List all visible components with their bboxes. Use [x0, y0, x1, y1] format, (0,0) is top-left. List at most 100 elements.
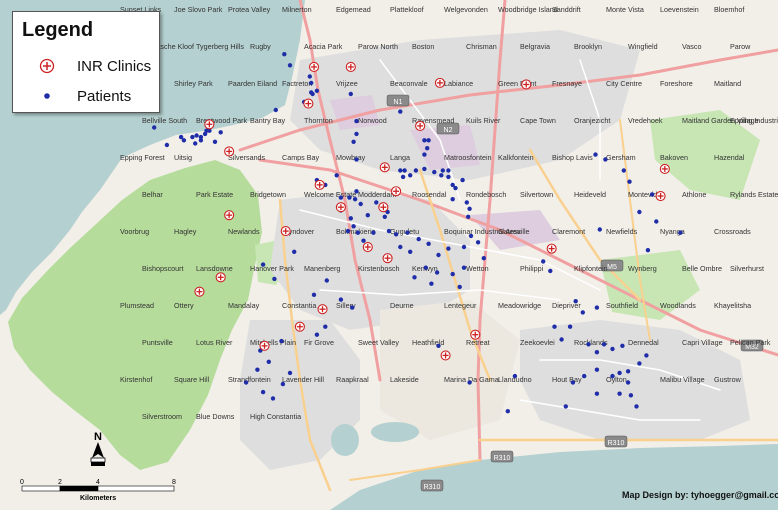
patient-point	[408, 249, 413, 254]
patient-point	[354, 131, 359, 137]
patient-point	[348, 91, 353, 97]
patient-point	[361, 238, 366, 243]
place-label: Raapkraal	[336, 375, 369, 384]
lake-area	[371, 422, 419, 442]
clinic-marker	[659, 163, 670, 174]
patient-point	[563, 404, 568, 409]
place-label: Kuils River	[466, 116, 501, 125]
patient-point	[243, 380, 249, 385]
road-shield: N1	[386, 94, 410, 107]
place-label: Tygerberg Hills	[196, 42, 244, 51]
patient-point	[255, 367, 260, 372]
place-label: Factreton	[282, 79, 312, 88]
patient-point	[338, 297, 344, 302]
place-label: Sanddrift	[552, 5, 581, 14]
lake-area	[331, 424, 359, 456]
place-label: Vredehoek	[628, 116, 663, 125]
patient-point	[481, 256, 486, 261]
patient-point	[310, 91, 315, 97]
north-label: N	[94, 431, 102, 443]
patient-point	[467, 206, 472, 211]
patient-point	[467, 380, 472, 385]
patient-point	[422, 166, 427, 172]
patient-point	[625, 380, 631, 385]
clinic-marker	[215, 272, 226, 283]
blue-dot-icon	[37, 86, 57, 106]
clinic-marker	[259, 340, 270, 351]
place-label: Belle Ombre	[682, 264, 722, 273]
place-label: Chrisman	[466, 42, 497, 51]
patient-point	[450, 271, 455, 277]
patient-point	[464, 200, 469, 205]
place-label: Gersham	[606, 153, 636, 162]
patient-point	[461, 244, 467, 250]
patient-point	[450, 197, 455, 202]
place-label: Parow	[730, 42, 751, 51]
place-label: Khayelitsha	[714, 301, 751, 310]
patient-point	[334, 173, 339, 178]
patient-point	[279, 338, 284, 344]
patient-point	[440, 168, 445, 173]
clinic-marker	[335, 202, 346, 213]
patient-point	[628, 393, 634, 398]
clinic-marker	[382, 253, 393, 264]
patient-point	[371, 230, 376, 235]
patient-point	[512, 373, 518, 379]
patient-point	[625, 369, 631, 374]
clinic-marker	[378, 202, 389, 213]
patient-point	[645, 248, 651, 253]
place-label: Vasco	[682, 42, 701, 51]
place-label: Silversands	[228, 153, 266, 162]
place-label: Belgravia	[520, 42, 550, 51]
road-shield: R310	[490, 450, 514, 463]
place-label: Epping Industria 1	[730, 116, 778, 125]
patient-point	[552, 324, 557, 329]
patient-point	[351, 224, 356, 229]
place-label: Crossroads	[714, 227, 751, 236]
patient-point	[386, 228, 392, 234]
patient-point	[634, 404, 639, 409]
clinic-marker	[470, 329, 481, 340]
clinic-marker	[317, 304, 328, 315]
place-label: Acacia Park	[304, 42, 343, 51]
credit-text: Map Design by: tyhoegger@gmail.com	[622, 490, 778, 500]
clinic-marker	[224, 210, 235, 221]
clinic-marker	[440, 350, 451, 361]
patient-point	[402, 168, 407, 173]
patient-point	[292, 249, 297, 254]
clinic-marker	[521, 79, 532, 90]
place-label: Meadowridge	[498, 301, 541, 310]
place-label: Uitsig	[174, 153, 192, 162]
patient-point	[548, 268, 553, 274]
place-label: Vrijzee	[336, 79, 358, 88]
clinic-marker	[655, 190, 666, 202]
place-label: Bakoven	[660, 153, 688, 162]
place-label: Bishopscourt	[142, 264, 184, 273]
place-label: Newlands	[228, 227, 260, 236]
patient-point	[436, 343, 441, 348]
patient-point	[621, 168, 626, 173]
clinic-marker	[379, 162, 390, 173]
patient-point	[351, 139, 356, 144]
patient-point	[570, 380, 576, 385]
place-label: Camps Bay	[282, 153, 320, 162]
place-label: Malibu Village	[660, 375, 705, 384]
place-label: Athlone	[682, 190, 706, 199]
patient-point	[413, 168, 419, 173]
clinic-marker	[194, 286, 205, 297]
patient-point	[610, 346, 615, 352]
patient-point	[426, 241, 431, 246]
clinic-marker	[224, 146, 235, 157]
place-label: Silverhurst	[730, 264, 764, 273]
place-label: Boston	[412, 42, 434, 51]
place-label: Gustrow	[714, 375, 742, 384]
patient-point	[398, 109, 403, 114]
patient-point	[181, 138, 187, 143]
patient-point	[408, 173, 413, 178]
patient-point	[354, 189, 359, 194]
legend-label-patients: Patients	[77, 87, 132, 105]
place-label: Strandfontein	[228, 375, 271, 384]
place-label: Fir Grove	[304, 338, 334, 347]
place-label: Welgevonden	[444, 5, 488, 14]
scale-tick-label: 2	[58, 479, 62, 486]
